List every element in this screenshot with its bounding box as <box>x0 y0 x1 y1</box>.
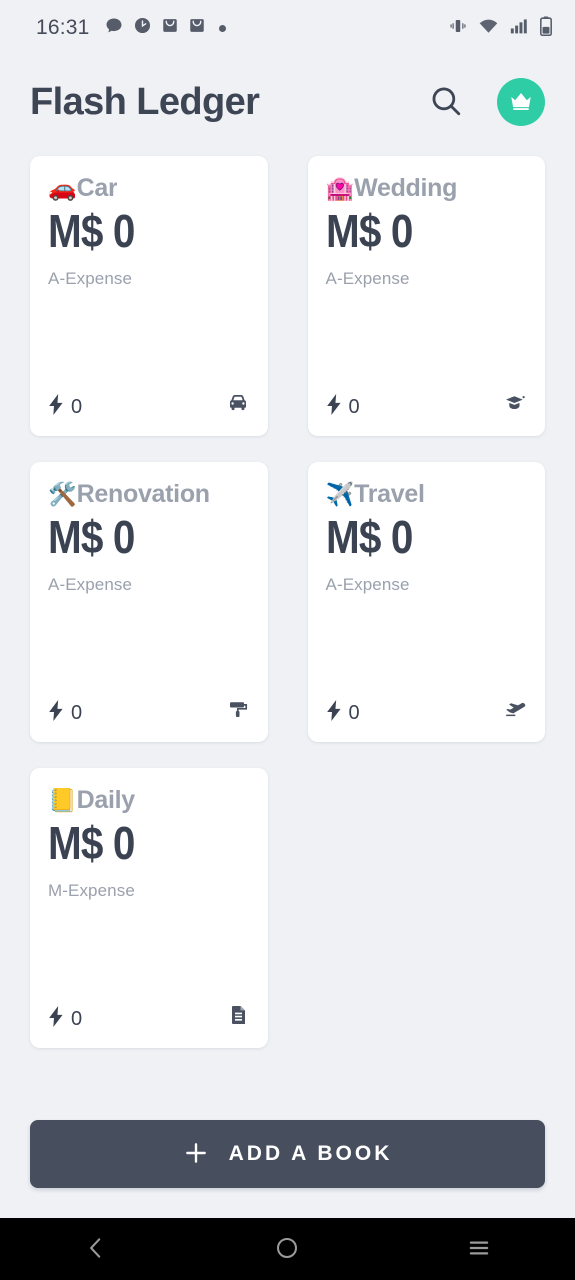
book-type: A-Expense <box>325 269 410 289</box>
add-book-bar: ADD A BOOK <box>0 1120 575 1188</box>
book-card-header: 🚗 Car <box>48 174 250 203</box>
ledger-notebook-emoji: 📒 <box>48 787 77 813</box>
book-amount: M$ 0 <box>325 205 413 257</box>
book-card-header: 📒 Daily <box>48 786 250 815</box>
book-title: Wedding <box>354 174 458 202</box>
book-amount: M$ 0 <box>48 205 135 257</box>
book-title: Renovation <box>76 480 210 508</box>
nav-back-button[interactable] <box>51 1218 141 1280</box>
mail-icon <box>188 16 206 40</box>
add-book-button[interactable]: ADD A BOOK <box>30 1120 545 1188</box>
crown-icon <box>508 88 534 117</box>
premium-button[interactable] <box>497 78 545 126</box>
book-type: M-Expense <box>48 881 135 901</box>
book-card-footer: 0 <box>48 1003 250 1032</box>
wifi-icon <box>478 17 499 40</box>
book-title: Daily <box>76 786 135 814</box>
entry-count: 0 <box>71 395 83 418</box>
add-book-label: ADD A BOOK <box>228 1142 393 1165</box>
search-button[interactable] <box>425 81 467 123</box>
entry-count-group: 0 <box>48 700 82 726</box>
book-amount: M$ 0 <box>325 511 413 563</box>
book-card-car[interactable]: 🚗 Car M$ 0 A-Expense 0 <box>30 156 268 436</box>
mail-icon <box>161 16 179 40</box>
car-icon <box>226 391 250 420</box>
book-card-footer: 0 <box>326 697 528 726</box>
document-icon <box>226 1003 250 1032</box>
nav-home-button[interactable] <box>242 1218 332 1280</box>
entry-count-group: 0 <box>48 1006 82 1032</box>
entry-count: 0 <box>348 701 360 724</box>
status-bar: 16:31 <box>0 0 575 56</box>
page-title: Flash Ledger <box>30 80 260 123</box>
book-type: A-Expense <box>48 269 133 289</box>
book-type: A-Expense <box>325 575 410 595</box>
entry-count-group: 0 <box>326 394 360 420</box>
entry-count: 0 <box>71 1007 83 1030</box>
book-card-footer: 0 <box>48 391 250 420</box>
entry-count-group: 0 <box>48 394 82 420</box>
car-emoji: 🚗 <box>48 175 77 201</box>
book-card-header: 🏩 Wedding <box>326 174 528 203</box>
book-title: Travel <box>354 480 425 508</box>
love-hotel-emoji: 🏩 <box>325 175 355 201</box>
book-card-wedding[interactable]: 🏩 Wedding M$ 0 A-Expense 0 <box>307 156 545 436</box>
paint-roller-icon <box>226 697 250 726</box>
vibrate-icon <box>448 17 468 40</box>
book-card-renovation[interactable]: 🛠️ Renovation M$ 0 A-Expense 0 <box>30 462 268 742</box>
lightning-bolt-icon <box>326 394 343 420</box>
app-screen: 16:31 Flash Ledger 🚗 Car M$ 0 A-Expense … <box>0 0 575 1280</box>
books-grid: 🚗 Car M$ 0 A-Expense 0 🏩 Wedding M$ 0 A-… <box>0 148 575 1048</box>
clock-icon <box>133 16 152 40</box>
book-title: Car <box>76 174 118 202</box>
graduation-cap-icon <box>503 391 527 420</box>
book-card-footer: 0 <box>326 391 528 420</box>
book-amount: M$ 0 <box>48 817 135 869</box>
book-card-header: ✈️ Travel <box>326 480 528 509</box>
hammer-and-wrench-emoji: 🛠️ <box>48 481 77 507</box>
book-card-footer: 0 <box>48 697 250 726</box>
book-card-header: 🛠️ Renovation <box>48 480 250 509</box>
entry-count-group: 0 <box>326 700 360 726</box>
book-amount: M$ 0 <box>48 511 135 563</box>
lightning-bolt-icon <box>48 700 65 726</box>
book-type: A-Expense <box>48 575 133 595</box>
chat-bubble-icon <box>104 16 124 41</box>
app-header: Flash Ledger <box>0 56 575 148</box>
entry-count: 0 <box>348 395 360 418</box>
dot-icon <box>218 24 226 32</box>
search-icon <box>429 84 463 121</box>
lightning-bolt-icon <box>326 700 343 726</box>
battery-icon <box>539 16 553 41</box>
status-bar-clock: 16:31 <box>36 16 90 39</box>
status-bar-notification-icons <box>104 16 226 41</box>
nav-recents-button[interactable] <box>434 1218 524 1280</box>
android-nav-bar <box>0 1218 575 1280</box>
back-chevron-icon <box>83 1235 109 1264</box>
recent-apps-icon <box>466 1235 492 1264</box>
airplane-emoji: ✈️ <box>325 481 355 507</box>
book-card-travel[interactable]: ✈️ Travel M$ 0 A-Expense 0 <box>307 462 545 742</box>
airplane-icon <box>503 697 527 726</box>
entry-count: 0 <box>71 701 83 724</box>
plus-icon <box>183 1140 209 1169</box>
lightning-bolt-icon <box>48 1006 65 1032</box>
status-bar-system-icons <box>448 16 553 41</box>
signal-icon <box>509 17 529 40</box>
lightning-bolt-icon <box>48 394 65 420</box>
home-circle-icon <box>274 1235 300 1264</box>
header-actions <box>425 78 545 126</box>
book-card-daily[interactable]: 📒 Daily M$ 0 M-Expense 0 <box>30 768 268 1048</box>
